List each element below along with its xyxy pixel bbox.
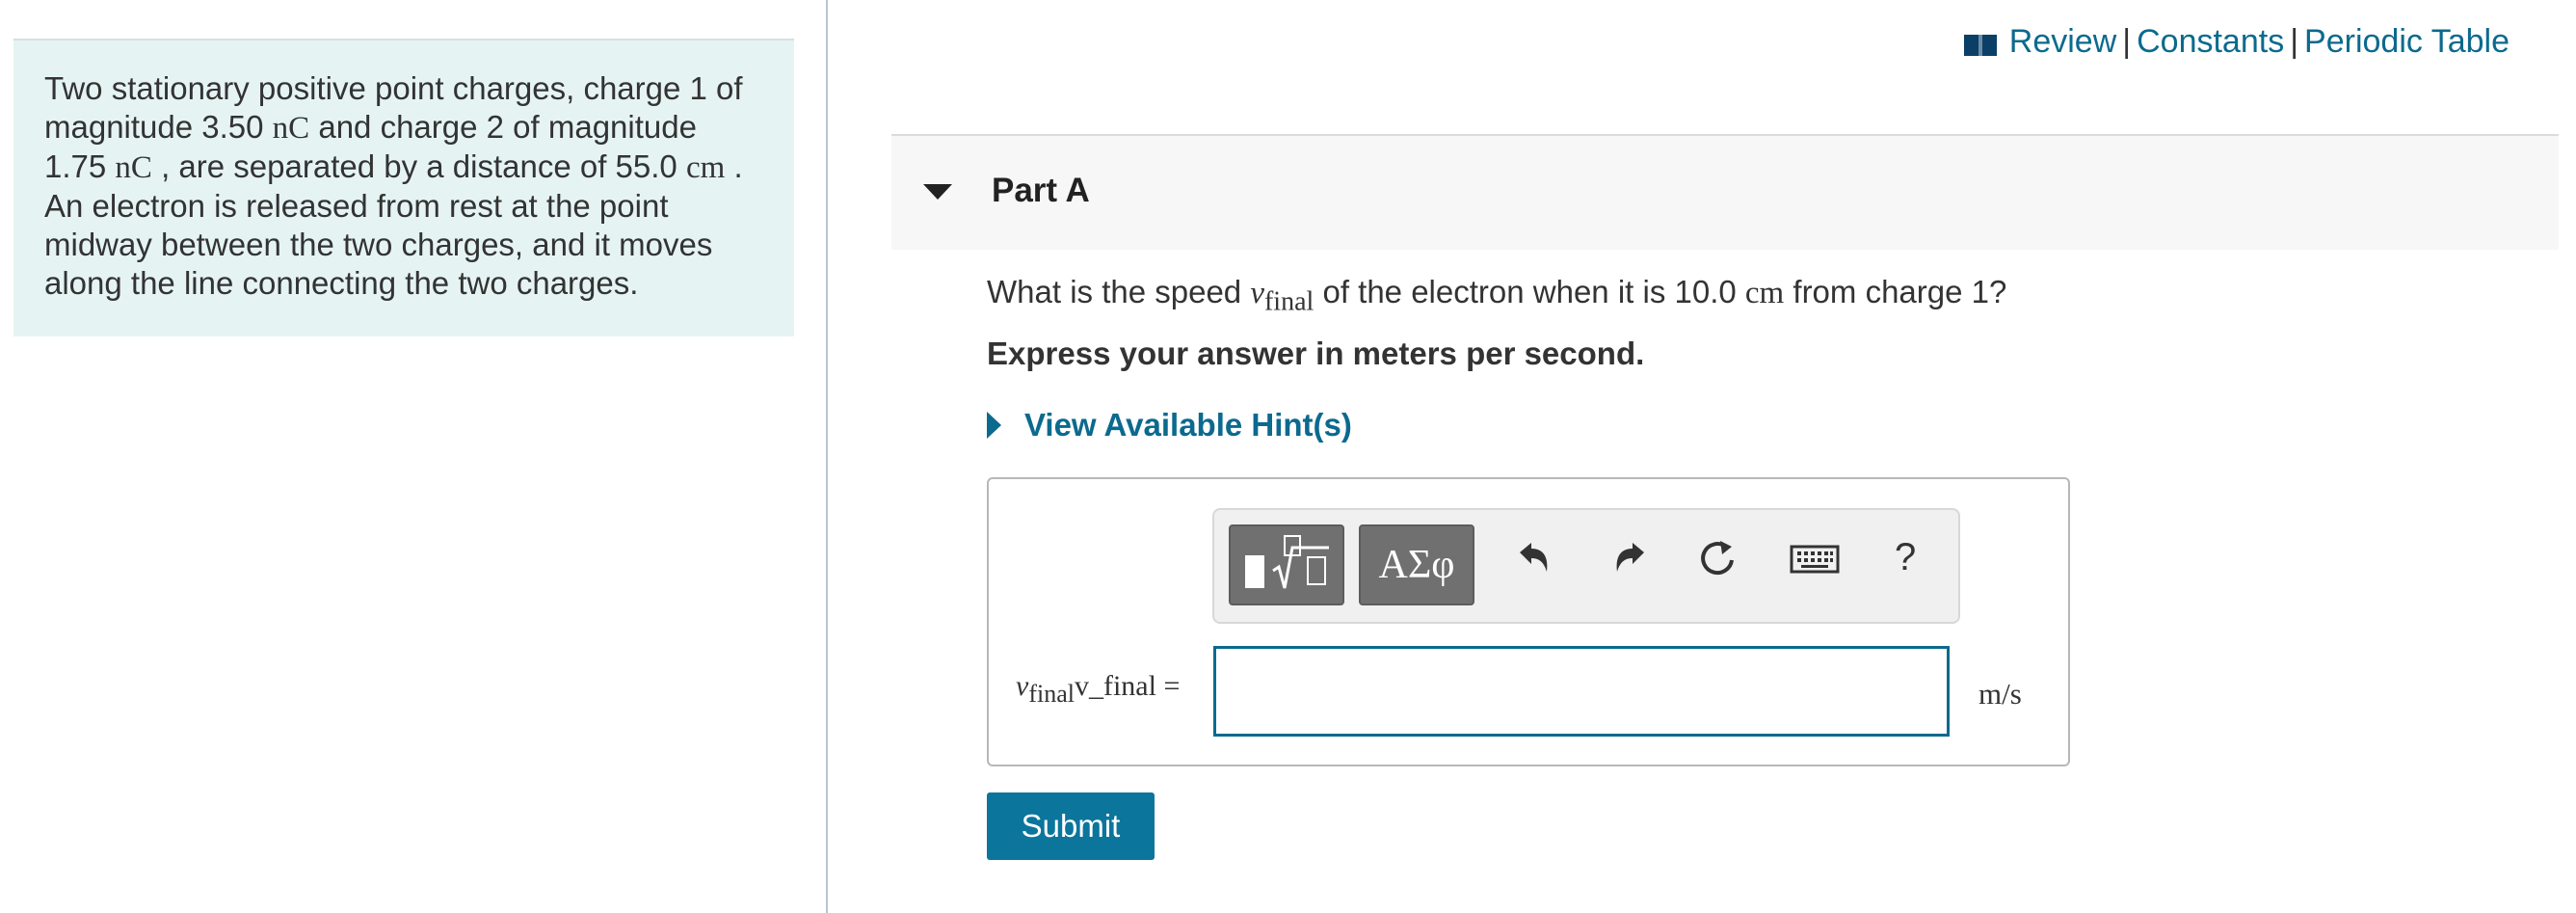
question-segment: of the electron when it is 10.0 [1314,274,1745,309]
variable-symbol: v [1016,670,1029,702]
problem-text: An electron is released from rest at the… [44,188,669,224]
problem-statement: Two stationary positive point charges, c… [13,40,794,336]
problem-text: , are separated by a distance of 55.0 [151,148,686,184]
problem-text: along the line connecting the two charge… [44,265,639,301]
submit-button[interactable]: Submit [987,792,1155,860]
question-variable: v [1250,276,1264,310]
keyboard-icon[interactable] [1789,537,1841,579]
question-text: What is the speed vfinal of the electron… [987,274,2006,318]
question-variable-subscript: final [1263,286,1315,317]
part-title: Part A [992,172,1090,209]
book-icon [1963,35,1997,56]
problem-text: . [725,148,743,184]
problem-line: 1.75 nC , are separated by a distance of… [44,148,763,187]
variable-subscript: final [1028,680,1075,708]
reset-icon[interactable] [1697,537,1739,579]
redo-icon[interactable] [1607,537,1650,579]
question-segment: What is the speed [987,274,1251,309]
answer-input[interactable] [1213,646,1950,737]
answer-area: ΑΣφ ? vfinalv_final = m/s [987,477,2070,766]
question-segment: from charge 1? [1784,274,2007,309]
unit-cm: cm [1744,276,1785,310]
caret-right-icon [987,412,1001,439]
problem-line: magnitude 3.50 nC and charge 2 of magnit… [44,108,763,148]
unit-cm: cm [685,150,726,185]
problem-text: and charge 2 of magnitude [309,109,697,145]
problem-text: Two stationary positive point charges, c… [44,70,743,106]
view-hints-toggle[interactable]: View Available Hint(s) [987,407,1352,443]
part-a-header[interactable]: Part A [891,136,2559,250]
answer-instruction: Express your answer in meters per second… [987,336,1645,371]
fraction-root-template-icon [1245,535,1329,589]
problem-line: Two stationary positive point charges, c… [44,69,763,108]
answer-variable-label: vfinalv_final = [1016,670,1180,709]
pane-divider[interactable] [826,0,828,913]
resource-links: Review | Constants | Periodic Table [1963,23,2510,61]
problem-text: magnitude 3.50 [44,109,273,145]
unit-nc: nC [272,111,310,146]
problem-line: along the line connecting the two charge… [44,264,763,303]
link-separator: | [2122,23,2132,60]
math-toolbar: ΑΣφ ? [1212,508,1960,624]
help-button[interactable]: ? [1895,533,1924,578]
variable-alt-text: v_final = [1074,670,1181,702]
problem-line: An electron is released from rest at the… [44,187,763,226]
hint-label: View Available Hint(s) [1024,407,1352,443]
periodic-table-link[interactable]: Periodic Table [2304,23,2510,60]
templates-button[interactable] [1229,524,1344,605]
caret-down-icon [923,184,952,200]
unit-nc: nC [115,150,152,185]
review-link[interactable]: Review [2009,23,2116,60]
problem-text: 1.75 [44,148,116,184]
greek-symbols-button[interactable]: ΑΣφ [1359,524,1474,605]
problem-text: midway between the two charges, and it m… [44,227,713,262]
answer-units: m/s [1978,677,2022,711]
problem-line: midway between the two charges, and it m… [44,226,763,264]
constants-link[interactable]: Constants [2137,23,2284,60]
link-separator: | [2290,23,2299,60]
undo-icon[interactable] [1514,537,1556,579]
